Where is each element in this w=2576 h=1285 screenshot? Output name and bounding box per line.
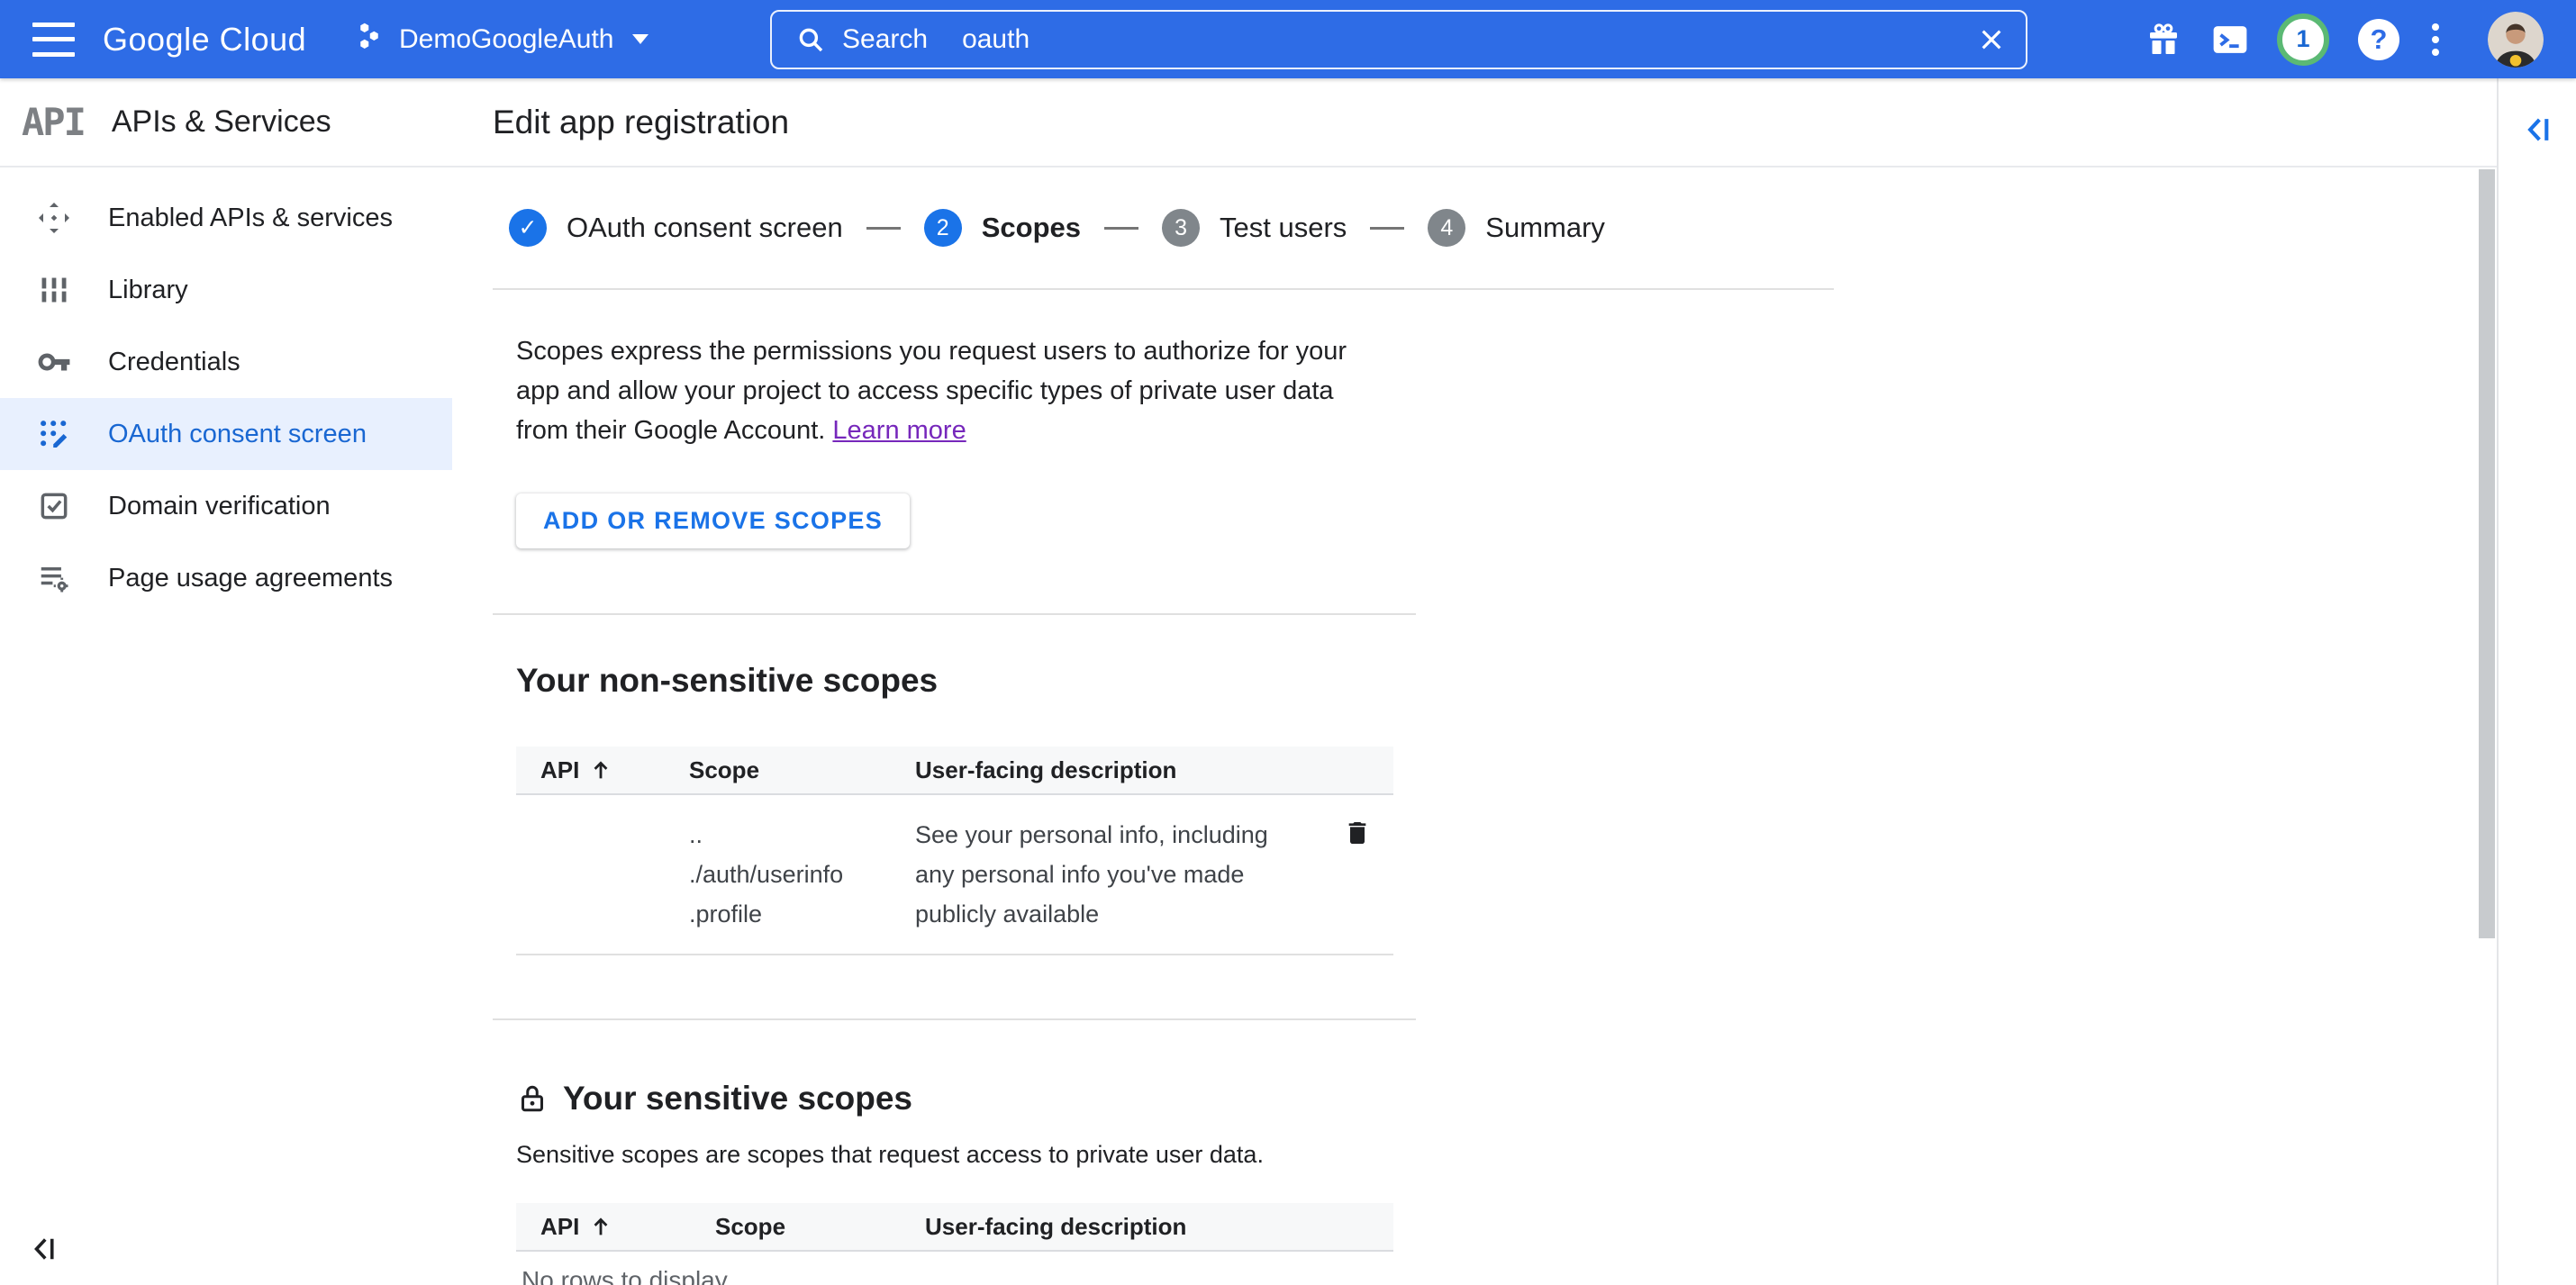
cloud-shell-icon[interactable] bbox=[2211, 21, 2249, 59]
sidebar: API APIs & Services Enabled APIs & servi… bbox=[0, 78, 454, 1285]
oauth-consent-icon bbox=[36, 416, 72, 452]
step-4-label[interactable]: Summary bbox=[1485, 212, 1605, 244]
cell-description: See your personal info, including any pe… bbox=[915, 815, 1321, 934]
right-panel bbox=[2497, 78, 2576, 1285]
sidebar-item-enabled-apis[interactable]: Enabled APIs & services bbox=[0, 182, 452, 254]
page-title: Edit app registration bbox=[493, 104, 789, 141]
api-logo: API bbox=[22, 100, 85, 144]
search-label: Search bbox=[842, 24, 928, 55]
add-or-remove-scopes-button[interactable]: ADD OR REMOVE SCOPES bbox=[516, 493, 910, 548]
top-app-bar: Google Cloud DemoGoogleAuth Search oauth bbox=[0, 0, 2576, 78]
sort-by-api-button[interactable]: API bbox=[540, 756, 613, 784]
column-header-description: User-facing description bbox=[925, 1213, 1321, 1241]
library-icon bbox=[36, 272, 72, 308]
cell-scope: .. ./auth/userinfo .profile bbox=[689, 815, 915, 934]
collapse-sidebar-icon[interactable] bbox=[27, 1233, 59, 1265]
sidebar-item-credentials[interactable]: Credentials bbox=[0, 326, 452, 398]
step-2-label[interactable]: Scopes bbox=[982, 212, 1081, 244]
divider bbox=[493, 288, 1834, 290]
domain-verification-icon bbox=[36, 488, 72, 524]
notification-count: 1 bbox=[2277, 14, 2329, 66]
non-sensitive-scopes-table: API Scope User-facing description .. ./a… bbox=[516, 747, 1393, 955]
search-icon bbox=[795, 24, 826, 55]
google-cloud-logo[interactable]: Google Cloud bbox=[103, 21, 306, 59]
column-header-scope: Scope bbox=[689, 756, 915, 784]
step-3-marker[interactable]: 3 bbox=[1162, 209, 1200, 247]
sidebar-title: APIs & Services bbox=[112, 104, 331, 140]
column-header-scope: Scope bbox=[715, 1213, 925, 1241]
page-usage-agreements-icon bbox=[36, 560, 72, 596]
menu-icon[interactable] bbox=[32, 23, 75, 57]
sidebar-item-domain-verification[interactable]: Domain verification bbox=[0, 470, 452, 542]
step-1-check-icon[interactable]: ✓ bbox=[509, 209, 547, 247]
sort-ascending-icon bbox=[588, 757, 613, 783]
key-icon bbox=[36, 344, 72, 380]
step-1-label[interactable]: OAuth consent screen bbox=[567, 212, 843, 244]
stepper: ✓ OAuth consent screen 2 Scopes 3 Test u… bbox=[509, 209, 2497, 247]
more-options-icon[interactable] bbox=[2432, 23, 2439, 56]
project-name: DemoGoogleAuth bbox=[399, 24, 613, 55]
clear-search-icon[interactable] bbox=[1977, 25, 2006, 54]
table-row: .. ./auth/userinfo .profile See your per… bbox=[516, 795, 1393, 955]
trash-icon bbox=[1343, 819, 1372, 847]
sidebar-item-oauth-consent-screen[interactable]: OAuth consent screen bbox=[0, 398, 452, 470]
step-4-marker[interactable]: 4 bbox=[1428, 209, 1465, 247]
project-icon bbox=[353, 20, 385, 59]
table-header-row: API Scope User-facing description bbox=[516, 747, 1393, 795]
scrollbar-thumb[interactable] bbox=[2479, 169, 2495, 938]
sensitive-scopes-note: Sensitive scopes are scopes that request… bbox=[516, 1141, 2497, 1169]
sidebar-nav: Enabled APIs & services Library Credenti… bbox=[0, 182, 452, 614]
sensitive-scopes-table: API Scope User-facing description bbox=[516, 1203, 1393, 1252]
scopes-description: Scopes express the permissions you reque… bbox=[516, 331, 2497, 450]
notifications-badge[interactable]: 1 bbox=[2277, 14, 2329, 66]
chevron-down-icon bbox=[632, 34, 649, 44]
step-connector bbox=[866, 227, 901, 230]
non-sensitive-scopes-heading: Your non-sensitive scopes bbox=[516, 662, 2497, 700]
divider bbox=[493, 1018, 1416, 1020]
step-2-marker[interactable]: 2 bbox=[924, 209, 962, 247]
sidebar-item-page-usage-agreements[interactable]: Page usage agreements bbox=[0, 542, 452, 614]
sidebar-header: API APIs & Services bbox=[0, 78, 452, 167]
column-header-description: User-facing description bbox=[915, 756, 1321, 784]
help-icon[interactable]: ? bbox=[2358, 19, 2399, 60]
collapse-panel-icon[interactable] bbox=[2519, 113, 2555, 147]
divider bbox=[493, 613, 1416, 615]
free-trial-gift-icon[interactable] bbox=[2145, 22, 2181, 58]
sort-ascending-icon bbox=[588, 1214, 613, 1239]
lock-icon bbox=[516, 1082, 549, 1115]
delete-scope-button[interactable] bbox=[1343, 819, 1372, 847]
sidebar-item-library[interactable]: Library bbox=[0, 254, 452, 326]
avatar[interactable] bbox=[2488, 12, 2544, 68]
step-connector bbox=[1104, 227, 1138, 230]
sort-by-api-button[interactable]: API bbox=[540, 1213, 613, 1241]
empty-table-message: No rows to display bbox=[522, 1266, 2497, 1285]
enabled-apis-icon bbox=[36, 200, 72, 236]
sensitive-scopes-heading: Your sensitive scopes bbox=[563, 1080, 912, 1118]
learn-more-link[interactable]: Learn more bbox=[832, 416, 966, 445]
page-header: Edit app registration bbox=[452, 78, 2497, 167]
step-connector bbox=[1370, 227, 1404, 230]
search-query-text: oauth bbox=[962, 24, 1029, 55]
main-content: Edit app registration ✓ OAuth consent sc… bbox=[452, 78, 2497, 1285]
search-input[interactable]: Search oauth bbox=[770, 10, 2027, 69]
project-selector[interactable]: DemoGoogleAuth bbox=[353, 20, 649, 59]
table-header-row: API Scope User-facing description bbox=[516, 1203, 1393, 1252]
step-3-label[interactable]: Test users bbox=[1220, 212, 1347, 244]
